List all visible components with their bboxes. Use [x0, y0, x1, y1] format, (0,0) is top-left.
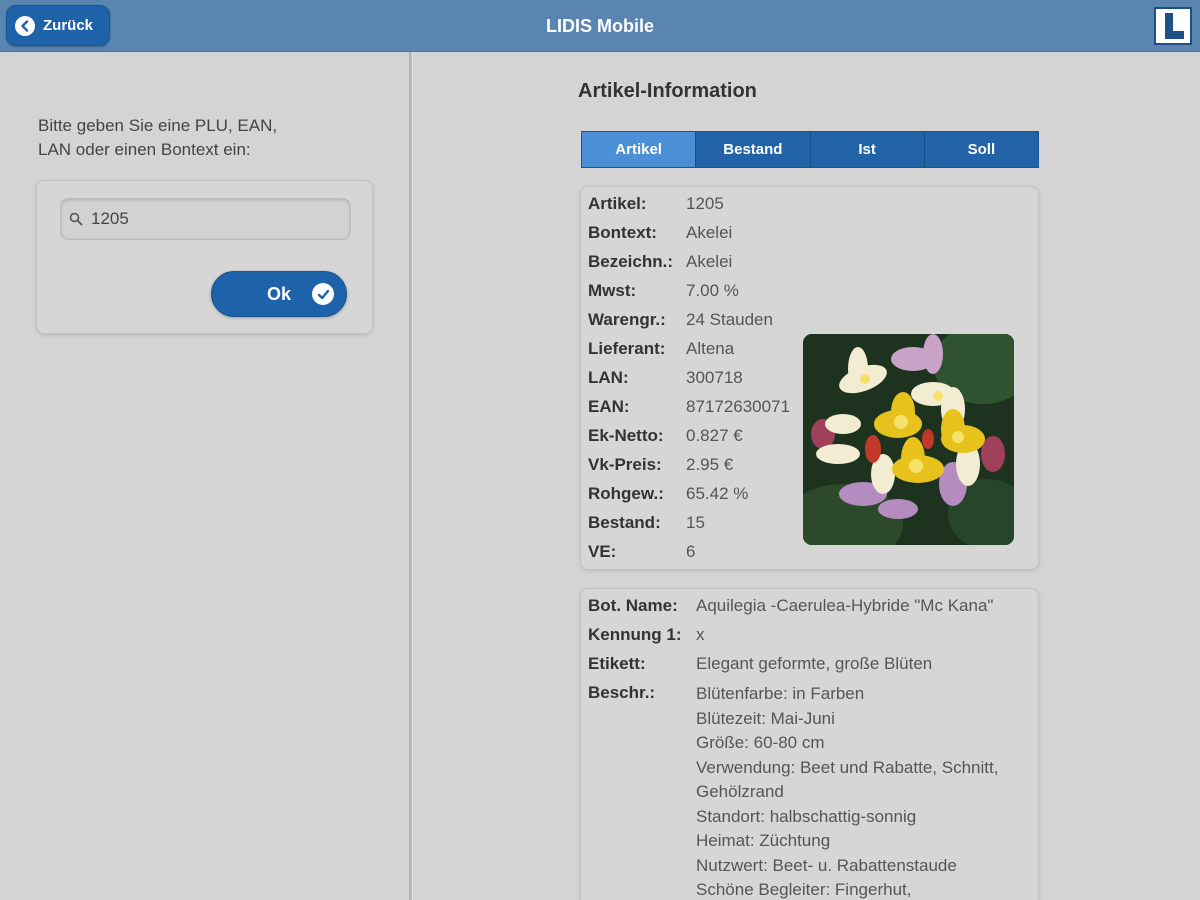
- field-lan: LAN: 300718: [588, 368, 743, 387]
- pane-divider[interactable]: [409, 52, 413, 900]
- botanical-info-card: Bot. Name: Aquilegia -Caerulea-Hybride "M…: [580, 588, 1039, 900]
- beschreibung-line: Verwendung: Beet und Rabatte, Schnitt,: [696, 757, 999, 777]
- beschreibung-line: Heimat: Züchtung: [696, 831, 831, 850]
- field-ve: VE: 6: [588, 542, 696, 561]
- search-prompt-line2: LAN oder einen Bontext ein:: [38, 140, 251, 159]
- ok-button[interactable]: Ok: [211, 271, 347, 317]
- header-bar: LIDIS Mobile Zurück: [0, 0, 1200, 52]
- beschreibung-line: Gehölzrand: [696, 782, 784, 801]
- field-kennung: Kennung 1: x: [588, 625, 705, 644]
- field-vk-preis: Vk-Preis: 2.95 €: [588, 455, 734, 474]
- beschreibung-line: Größe: 60-80 cm: [696, 733, 825, 752]
- checkmark-icon: [312, 283, 334, 305]
- app-title: LIDIS Mobile: [546, 16, 654, 36]
- article-info-card: Artikel: 1205 Bontext: Akelei Bezeichn.: Ak…: [580, 186, 1039, 570]
- tab-soll[interactable]: Soll: [925, 132, 1038, 167]
- field-lieferant: Lieferant: Altena: [588, 339, 735, 358]
- beschreibung-line: Standort: halbschattig-sonnig: [696, 806, 917, 826]
- field-etikett: Etikett: Elegant geformte, große Blüten: [588, 654, 933, 673]
- lidis-logo-icon: [1154, 7, 1192, 45]
- field-beschreibung-label: Beschr.:: [588, 683, 656, 702]
- beschreibung-line: Blütezeit: Mai-Juni: [696, 708, 835, 728]
- search-prompt-line1: Bitte geben Sie eine PLU, EAN,: [38, 116, 278, 135]
- field-artikel: Artikel: 1205: [588, 194, 724, 213]
- tab-ist[interactable]: Ist: [811, 132, 925, 167]
- beschreibung-line: Blütenfarbe: in Farben: [696, 684, 865, 703]
- back-button[interactable]: Zurück: [6, 5, 110, 46]
- product-photo: [803, 334, 1014, 545]
- section-title: Artikel-Information: [578, 80, 757, 102]
- field-bontext: Bontext: Akelei: [588, 223, 733, 242]
- field-rohgewinn: Rohgew.: 65.42 %: [588, 484, 749, 503]
- field-bestand: Bestand: 15: [588, 513, 705, 532]
- field-ek-netto: Ek-Netto: 0.827 €: [588, 426, 743, 445]
- field-bezeichnung: Bezeichn.: Akelei: [588, 252, 733, 271]
- search-icon: [69, 212, 83, 226]
- back-button-label: Zurück: [43, 17, 94, 34]
- beschreibung-text: Blütenfarbe: in Farben Blütezeit: Mai-Ju…: [696, 682, 998, 900]
- tab-bestand[interactable]: Bestand: [696, 132, 811, 167]
- chevron-left-icon: [15, 15, 35, 36]
- field-bot-name: Bot. Name: Aquilegia -Caerulea-Hybride "M…: [588, 596, 994, 615]
- tab-artikel[interactable]: Artikel: [582, 132, 697, 167]
- tab-bar: Artikel Bestand Ist Soll: [581, 131, 1039, 168]
- search-input[interactable]: [91, 209, 331, 229]
- field-mwst: Mwst: 7.00 %: [588, 281, 739, 300]
- ok-button-label: Ok: [266, 283, 291, 304]
- search-prompt: Bitte geben Sie eine PLU, EAN, LAN oder …: [38, 114, 358, 162]
- field-warengruppe: Warengr.: 24 Stauden: [588, 310, 773, 329]
- field-ean: EAN: 87172630071: [588, 397, 791, 416]
- search-card: Ok: [36, 180, 373, 334]
- beschreibung-line: Nutzwert: Beet- u. Rabattenstaude: [696, 855, 957, 875]
- search-field[interactable]: [60, 198, 351, 240]
- beschreibung-line: Schöne Begleiter: Fingerhut,: [696, 880, 912, 899]
